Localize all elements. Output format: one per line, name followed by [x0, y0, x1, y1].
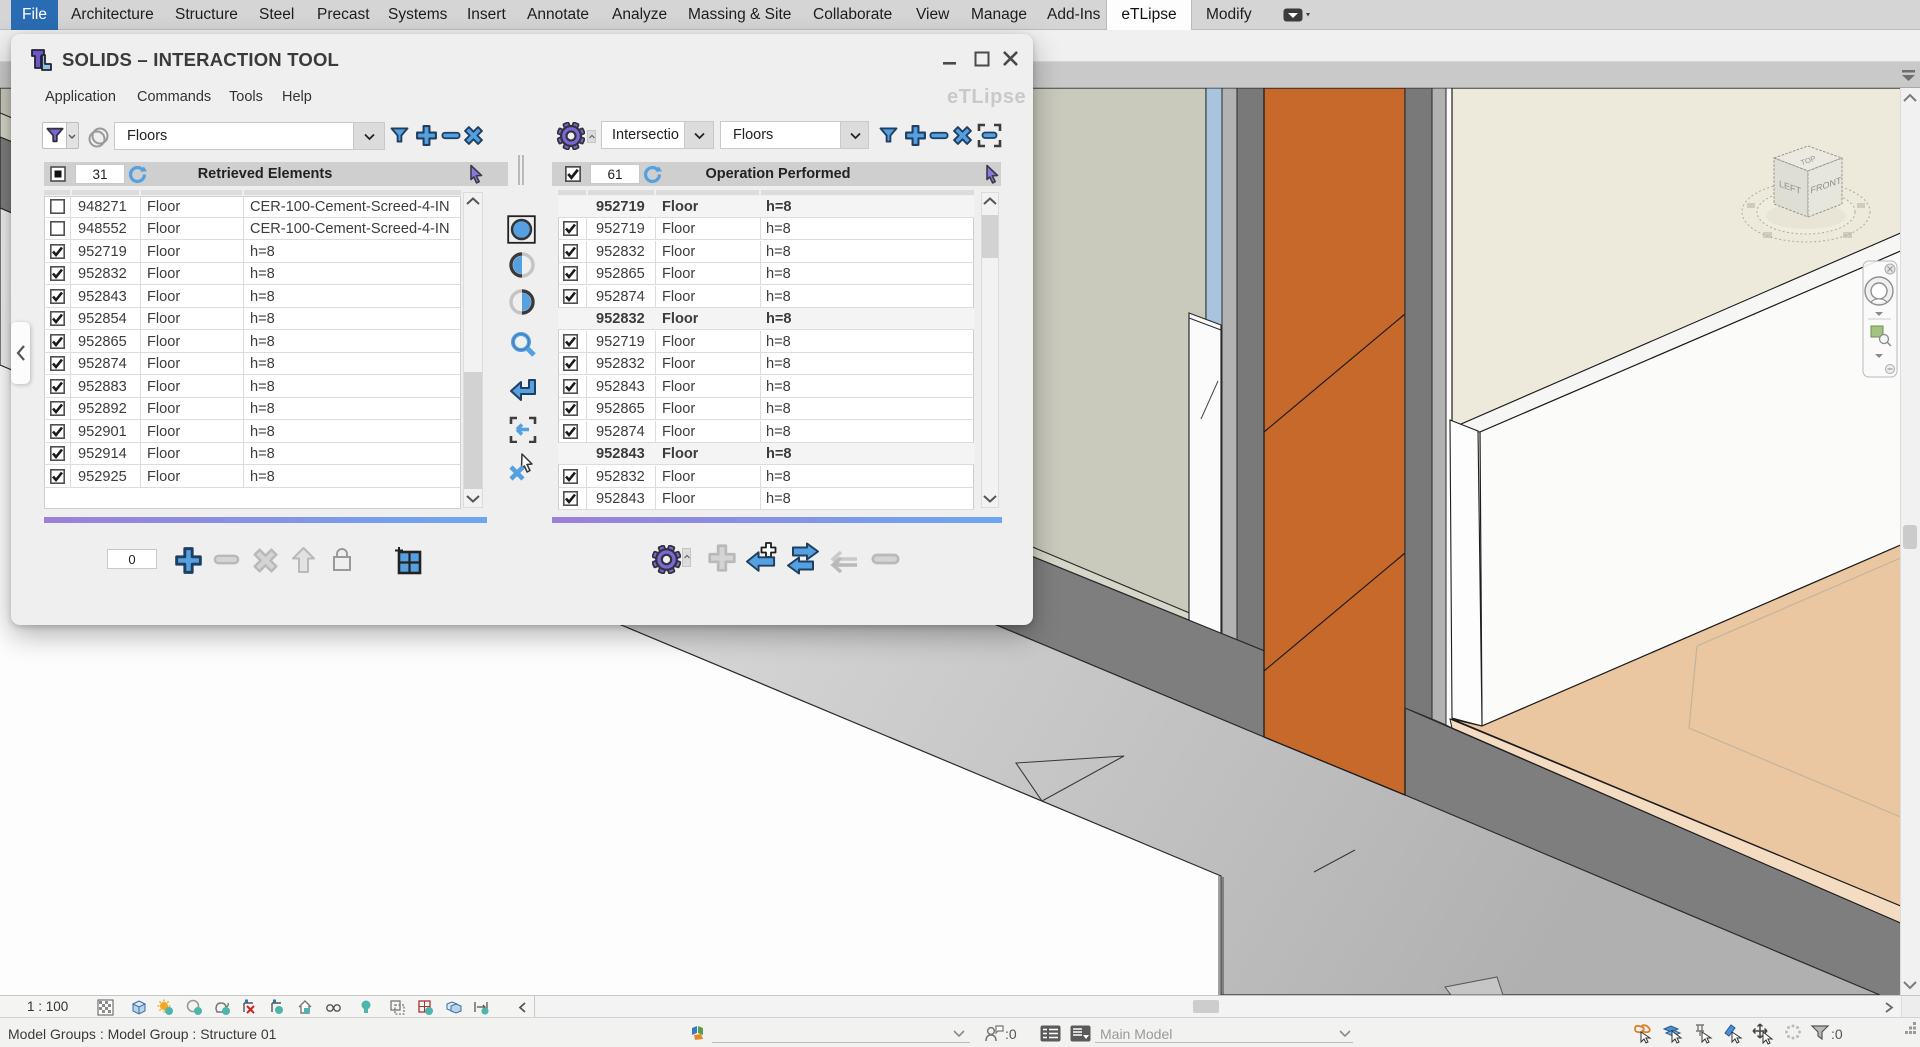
svg-text::0: :0	[1831, 1026, 1843, 1042]
